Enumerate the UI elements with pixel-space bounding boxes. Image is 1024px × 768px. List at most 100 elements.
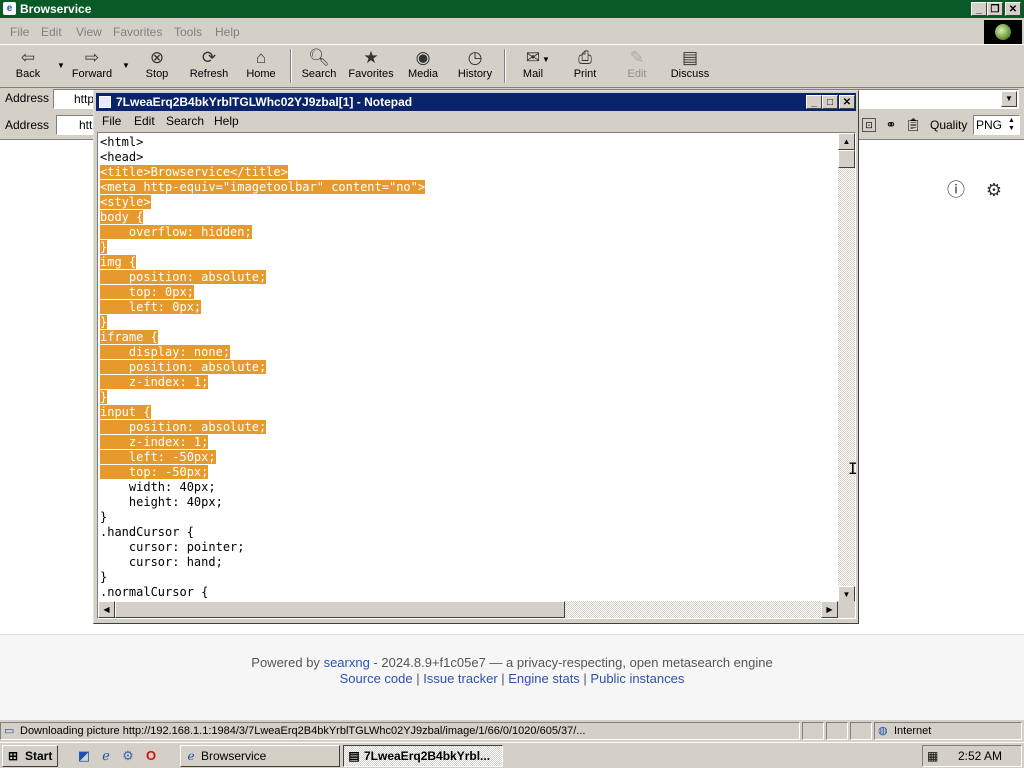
menu-tools[interactable]: Tools xyxy=(174,25,202,39)
menu-view[interactable]: View xyxy=(76,25,102,39)
media-button[interactable]: ◉ Media xyxy=(404,47,442,85)
home-icon: ⌂ xyxy=(255,48,267,67)
quality-spinner-icon[interactable]: ▲ ▼ xyxy=(1005,117,1018,133)
code-text[interactable]: <html> <head> <title>Browservice</title>… xyxy=(100,135,426,600)
code-line: cursor: hand; xyxy=(100,555,223,569)
code-line: } xyxy=(100,390,108,404)
code-line: iframe { xyxy=(100,330,158,344)
notepad-window[interactable]: 7LweaErq2B4bkYrblTGLWhc02YJ9zbal[1] - No… xyxy=(93,90,859,624)
notepad-title-bar[interactable]: 7LweaErq2B4bkYrblTGLWhc02YJ9zbal[1] - No… xyxy=(96,93,856,111)
task-browservice[interactable]: ℯ Browservice xyxy=(180,745,340,767)
address-dropdown-button[interactable]: ▼ xyxy=(1001,91,1017,107)
start-button[interactable]: ⊞ Start xyxy=(2,745,58,767)
clock[interactable]: 2:52 AM xyxy=(958,746,1002,766)
notepad-icon xyxy=(99,96,111,108)
scroll-left-button[interactable]: ◀ xyxy=(98,601,115,618)
horizontal-scroll-thumb[interactable] xyxy=(115,601,565,618)
tray-scheduler-icon[interactable]: ▦ xyxy=(927,746,938,766)
mail-button[interactable]: ✉ Mail xyxy=(514,47,552,85)
menu-edit[interactable]: Edit xyxy=(41,25,62,39)
engine-stats-link[interactable]: Engine stats xyxy=(508,671,580,686)
horizontal-scrollbar[interactable]: ◀ ▶ xyxy=(98,601,838,618)
search-icon: 🔍︎ xyxy=(308,48,330,67)
gear-icon[interactable]: ⚙ xyxy=(984,180,1004,200)
menu-help[interactable]: Help xyxy=(215,25,240,39)
refresh-icon: ⟳ xyxy=(201,48,217,67)
notepad-menu-help[interactable]: Help xyxy=(214,114,239,128)
globe-icon xyxy=(995,24,1011,40)
find-binoculars-icon[interactable]: ⚭ xyxy=(882,117,900,133)
ie-logo-icon: e xyxy=(3,2,16,15)
task-notepad[interactable]: ▤ 7LweaErq2B4bkYrbl... xyxy=(343,745,503,767)
code-line: } xyxy=(100,510,108,524)
ie-quicklaunch-icon[interactable]: ℯ xyxy=(98,748,114,764)
browser-title: Browservice xyxy=(20,2,92,16)
notepad-maximize-button[interactable]: □ xyxy=(822,95,838,109)
scrollbar-corner xyxy=(838,601,855,618)
code-line: top: -50px; xyxy=(100,465,209,479)
vertical-scrollbar[interactable]: ▲ ▼ xyxy=(838,133,855,603)
edit-button[interactable]: ✎ Edit xyxy=(618,47,656,85)
address-label: Address xyxy=(5,91,50,105)
notepad-minimize-button[interactable]: _ xyxy=(806,95,822,109)
discuss-button[interactable]: ▤ Discuss xyxy=(668,47,712,85)
opera-icon[interactable]: O xyxy=(143,748,159,764)
notepad-text-area[interactable]: <html> <head> <title>Browservice</title>… xyxy=(97,132,856,619)
scroll-up-button[interactable]: ▲ xyxy=(838,133,855,150)
home-button[interactable]: ⌂ Home xyxy=(242,47,280,85)
history-button[interactable]: ◷ History xyxy=(454,47,496,85)
code-line: .handCursor { xyxy=(100,525,194,539)
back-dropdown-icon[interactable]: ▼ xyxy=(57,61,65,70)
zoom-icon[interactable]: ⊡ xyxy=(862,118,876,132)
public-instances-link[interactable]: Public instances xyxy=(590,671,684,686)
desktop-icon[interactable]: ◩ xyxy=(76,748,92,764)
vertical-scroll-thumb[interactable] xyxy=(838,150,855,168)
media-icon: ◉ xyxy=(415,48,431,67)
notepad-menu-bar: File Edit Search Help xyxy=(96,112,856,130)
print-button[interactable]: ⎙ Print xyxy=(566,47,604,85)
network-icon[interactable]: ⚙ xyxy=(120,748,136,764)
code-line: img { xyxy=(100,255,137,269)
notepad-menu-edit[interactable]: Edit xyxy=(134,114,155,128)
code-line: <meta http-equiv="imagetoolbar" content=… xyxy=(100,180,426,194)
address2-input[interactable]: htt xyxy=(56,115,96,135)
code-line: <head> xyxy=(100,150,144,164)
menu-file[interactable]: File xyxy=(10,25,29,39)
notepad-menu-search[interactable]: Search xyxy=(166,114,204,128)
notepad-close-button[interactable]: ✕ xyxy=(839,95,855,109)
refresh-button[interactable]: ⟳ Refresh xyxy=(186,47,232,85)
code-line: <style> xyxy=(100,195,151,209)
source-code-link[interactable]: Source code xyxy=(340,671,413,686)
forward-arrow-icon: ⇨ xyxy=(84,48,100,67)
page-footer: Powered by searxng - 2024.8.9+f1c05e7 — … xyxy=(0,635,1024,720)
activity-throbber xyxy=(984,20,1022,44)
minimize-button[interactable]: _ xyxy=(971,2,987,16)
edit-page-icon: ✎ xyxy=(629,48,645,67)
notepad-menu-file[interactable]: File xyxy=(102,114,121,128)
issue-tracker-link[interactable]: Issue tracker xyxy=(423,671,497,686)
code-line: <html> xyxy=(100,135,144,149)
clipboard-icon[interactable]: 📋︎ xyxy=(905,117,922,133)
code-line: display: none; xyxy=(100,345,231,359)
info-icon[interactable]: ⓘ xyxy=(946,180,966,200)
code-line: top: 0px; xyxy=(100,285,194,299)
forward-button[interactable]: ⇨ Forward xyxy=(68,47,116,85)
favorites-button[interactable]: ★ Favorites xyxy=(346,47,396,85)
search-button[interactable]: 🔍︎ Search xyxy=(299,47,339,85)
code-line: position: absolute; xyxy=(100,270,267,284)
stop-button[interactable]: ⊗ Stop xyxy=(138,47,176,85)
restore-button[interactable]: ❐ xyxy=(987,2,1003,16)
searxng-link[interactable]: searxng xyxy=(324,655,370,670)
code-line: left: -50px; xyxy=(100,450,216,464)
back-button[interactable]: ⇦ Back xyxy=(8,47,48,85)
favorites-folder-icon: ★ xyxy=(363,48,379,67)
close-button[interactable]: ✕ xyxy=(1005,2,1021,16)
forward-dropdown-icon[interactable]: ▼ xyxy=(122,61,130,70)
scroll-right-button[interactable]: ▶ xyxy=(821,601,838,618)
code-line: input { xyxy=(100,405,151,419)
menu-favorites[interactable]: Favorites xyxy=(113,25,162,39)
zone-pane: ◍ Internet xyxy=(874,722,1022,740)
mail-dropdown-icon[interactable]: ▼ xyxy=(542,55,550,64)
browser-title-bar[interactable]: e Browservice _ ❐ ✕ xyxy=(0,0,1024,18)
system-tray: ▦ 2:52 AM xyxy=(922,745,1022,767)
